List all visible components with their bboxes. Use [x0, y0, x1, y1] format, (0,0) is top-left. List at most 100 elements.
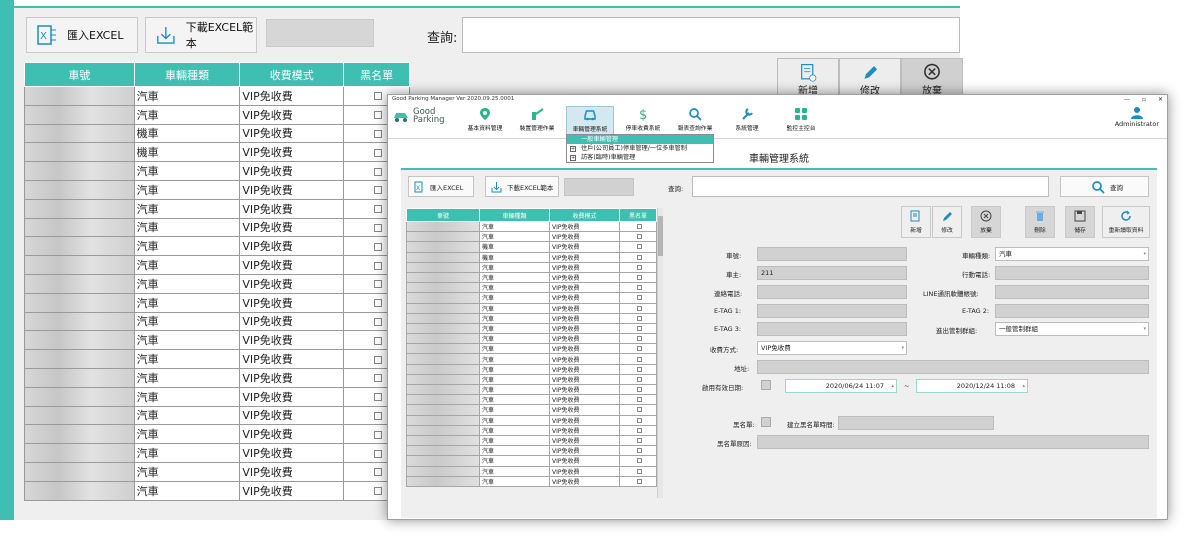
blacklist-checkbox[interactable] — [636, 224, 642, 230]
ribbon-basic-data[interactable]: 基本資料管理 — [462, 106, 508, 136]
blacklist-checkbox[interactable] — [636, 407, 642, 413]
mode-cell[interactable]: VIP免收費 — [239, 330, 345, 351]
mode-cell[interactable]: VIP免收費 — [549, 455, 620, 467]
blacklist-cell[interactable] — [619, 241, 657, 253]
table-row[interactable]: 汽車 VIP免收費 — [406, 363, 657, 375]
blacklist-checkbox[interactable] — [636, 275, 642, 281]
type-cell[interactable]: 機車 — [479, 241, 550, 253]
blacklist-checkbox[interactable] — [636, 295, 642, 301]
blacklist-checkbox[interactable] — [373, 186, 382, 195]
blacklist-checkbox[interactable] — [373, 205, 382, 214]
type-cell[interactable]: 汽車 — [133, 86, 241, 106]
plate-cell[interactable] — [406, 312, 480, 324]
type-cell[interactable]: 汽車 — [479, 455, 550, 467]
type-cell[interactable]: 汽車 — [479, 231, 550, 243]
mode-cell[interactable]: VIP免收費 — [549, 312, 620, 324]
type-cell[interactable]: 汽車 — [479, 302, 550, 314]
group-select[interactable]: 一般管制群組 ▾ — [995, 322, 1149, 336]
table-row[interactable]: 汽車 VIP免收費 — [24, 255, 410, 275]
plate-cell[interactable] — [406, 322, 480, 335]
table-row[interactable]: 汽車 VIP免收費 — [24, 424, 410, 445]
blacklist-cell[interactable] — [619, 475, 657, 487]
etag2-field[interactable] — [995, 304, 1149, 318]
mode-cell[interactable]: VIP免收費 — [549, 261, 620, 273]
type-cell[interactable]: 汽車 — [133, 461, 241, 482]
plate-cell[interactable] — [406, 220, 480, 233]
table-row[interactable]: 汽車 VIP免收費 — [406, 394, 657, 406]
col-type[interactable]: 車輛種類 — [479, 208, 550, 222]
blacklist-cell[interactable] — [619, 292, 657, 304]
expand-icon[interactable]: + — [570, 145, 576, 152]
mode-cell[interactable]: VIP免收費 — [239, 480, 345, 501]
mode-cell[interactable]: VIP免收費 — [239, 311, 345, 332]
plate-cell[interactable] — [24, 86, 135, 106]
plate-cell[interactable] — [406, 373, 480, 386]
table-row[interactable]: 汽車 VIP免收費 — [406, 404, 657, 416]
table-row[interactable]: 機車 VIP免收費 — [24, 142, 410, 163]
blacklist-checkbox[interactable] — [636, 244, 642, 250]
blacklist-checkbox[interactable] — [373, 374, 382, 383]
plate-cell[interactable] — [24, 330, 135, 351]
edit-button[interactable]: 修改 — [932, 206, 962, 238]
plate-cell[interactable] — [24, 405, 135, 426]
blacklist-checkbox[interactable] — [636, 336, 642, 342]
mode-cell[interactable]: VIP免收費 — [239, 104, 345, 125]
plate-cell[interactable] — [406, 414, 480, 426]
blacklist-checkbox[interactable] — [636, 478, 642, 484]
type-cell[interactable]: 汽車 — [479, 424, 550, 436]
spinner-icon[interactable]: ▴ — [1022, 380, 1025, 392]
plate-cell[interactable] — [406, 241, 480, 253]
blacklist-checkbox[interactable] — [373, 92, 382, 101]
bg-cancel-button[interactable]: 放棄 — [901, 58, 963, 98]
user-account[interactable]: Administrator — [1115, 106, 1159, 128]
table-row[interactable]: 汽車 VIP免收費 — [24, 461, 410, 482]
type-cell[interactable]: 汽車 — [479, 271, 550, 284]
type-cell[interactable]: 汽車 — [133, 349, 241, 369]
mode-cell[interactable]: VIP免收費 — [549, 251, 620, 263]
spinner-icon[interactable]: ▴ — [891, 380, 894, 392]
plate-cell[interactable] — [406, 434, 480, 447]
blacklist-checkbox[interactable] — [636, 438, 642, 444]
blacklist-checkbox[interactable] — [761, 417, 771, 427]
blacklist-checkbox[interactable] — [636, 234, 642, 240]
mode-cell[interactable]: VIP免收費 — [549, 383, 620, 396]
blacklist-checkbox[interactable] — [636, 376, 642, 382]
mode-cell[interactable]: VIP免收費 — [239, 349, 345, 369]
table-row[interactable]: 汽車 VIP免收費 — [24, 161, 410, 181]
table-row[interactable]: 汽車 VIP免收費 — [24, 311, 410, 332]
plate-cell[interactable] — [406, 455, 480, 467]
mode-cell[interactable]: VIP免收費 — [549, 292, 620, 304]
blacklist-checkbox[interactable] — [373, 468, 382, 477]
type-cell[interactable]: 汽車 — [133, 480, 241, 501]
type-cell[interactable]: 汽車 — [133, 217, 241, 238]
type-cell[interactable]: 汽車 — [133, 198, 241, 219]
plate-cell[interactable] — [24, 443, 135, 463]
mode-cell[interactable]: VIP免收費 — [549, 394, 620, 406]
mode-cell[interactable]: VIP免收費 — [239, 236, 345, 257]
blacklist-cell[interactable] — [619, 333, 657, 345]
blacklist-checkbox[interactable] — [636, 397, 642, 403]
type-cell[interactable]: 機車 — [133, 123, 241, 144]
type-cell[interactable]: 汽車 — [479, 475, 550, 487]
plate-cell[interactable] — [24, 292, 135, 313]
mode-cell[interactable]: VIP免收費 — [239, 86, 345, 106]
type-cell[interactable]: 汽車 — [133, 330, 241, 351]
mode-cell[interactable]: VIP免收費 — [549, 404, 620, 416]
mode-cell[interactable]: VIP免收費 — [239, 123, 345, 144]
table-row[interactable]: 汽車 VIP免收費 — [24, 198, 410, 219]
blacklist-checkbox[interactable] — [373, 299, 382, 308]
table-row[interactable]: 汽車 VIP免收費 — [24, 349, 410, 369]
blacklist-cell[interactable] — [619, 322, 657, 335]
table-row[interactable]: 機車 VIP免收費 — [406, 251, 657, 263]
menu-item-resident-vehicle[interactable]: + 住戶(公司員工)停車管理/一位多車管制 — [567, 144, 713, 153]
mode-cell[interactable]: VIP免收費 — [239, 142, 345, 163]
type-cell[interactable]: 汽車 — [479, 333, 550, 345]
mobile-field[interactable] — [995, 266, 1149, 280]
plate-cell[interactable] — [406, 363, 480, 375]
type-cell[interactable]: 汽車 — [133, 292, 241, 313]
mode-cell[interactable]: VIP免收費 — [549, 373, 620, 386]
type-cell[interactable]: 汽車 — [479, 322, 550, 335]
table-row[interactable]: 汽車 VIP免收費 — [406, 261, 657, 273]
expand-icon[interactable]: + — [570, 154, 576, 161]
table-row[interactable]: 汽車 VIP免收費 — [24, 236, 410, 257]
